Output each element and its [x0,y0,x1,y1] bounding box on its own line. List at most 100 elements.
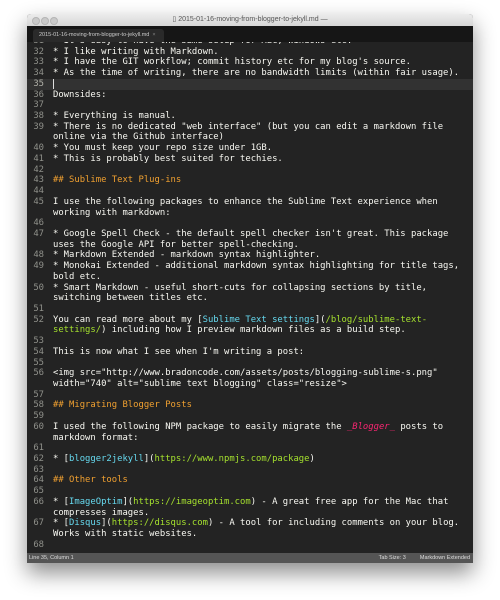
code-text: I used the following NPM package to easi… [53,421,347,432]
code-line: 36 Downsides: [27,90,473,101]
link-text: blogger2jekyll [69,454,144,465]
italic-text: _Blogger_ [346,421,395,432]
code-line: 40 * You must keep your repo size under 1… [27,143,473,154]
code-line: 38 * Everything is manual. [27,111,473,122]
code-line: 39 * There is no dedicated "web interface… [27,122,473,133]
code-line: 55 [27,358,473,369]
line-number: 39 [33,121,44,132]
code-text: * It's easy to have the same setup for M… [53,42,352,46]
line-number: 65 [33,486,44,497]
code-text: * I like writing with Markdown. [53,46,219,57]
line-number: 37 [33,100,44,111]
code-line: 45 I use the following packages to enhanc… [27,197,473,208]
tab-label: 2015-01-16-moving-from-blogger-to-jekyll… [39,32,150,38]
code-line: 63 [27,465,473,476]
code-line: 53 [27,336,473,347]
code-line: 47 * Google Spell Check - the default spe… [27,229,473,240]
line-number: 52 [33,314,44,325]
code-text: * Markdown Extended - markdown syntax hi… [53,250,321,261]
code-line: 52 You can read more about my [Sublime Te… [27,315,473,326]
code-line: 54 This is now what I see when I'm writin… [27,347,473,358]
text-editor[interactable]: 31* It's easy to have the same setup for… [27,42,473,553]
window-title: 2015-01-16-moving-from-blogger-to-jekyll… [178,16,328,23]
code-text: * I have the GIT workflow; commit histor… [53,57,411,68]
code-line: markdown format: [27,433,473,444]
code-line: 62 * [blogger2jekyll](https://www.npmjs.c… [27,454,473,465]
code-text: ) - A great free app for the Mac that [250,496,449,507]
code-line: 61 [27,443,473,454]
code-text: ) [309,454,315,465]
code-text: * You must keep your repo size under 1GB… [53,143,273,154]
heading-text: ## Migrating Blogger Posts [53,400,192,411]
link-text: Disqus [69,518,102,529]
tab-file[interactable]: 2015-01-16-moving-from-blogger-to-jekyll… [33,29,164,42]
code-text: * Monokai Extended - additional markdown… [53,261,460,272]
code-line: 51 [27,304,473,315]
code-text: ) - A tool for including comments on you… [207,518,460,529]
line-number: 45 [33,196,44,207]
code-line: 33 * I have the GIT workflow; commit hist… [27,57,473,68]
code-text: * Google Spell Check - the default spell… [53,228,449,239]
code-line: 60 I used the following NPM package to ea… [27,422,473,433]
code-text: ]( [122,496,134,507]
code-line: 50 * Smart Markdown - useful short-cuts f… [27,283,473,294]
code-line: settings/) including how I preview markd… [27,325,473,336]
syntax-button[interactable]: Markdown Extended [420,555,470,561]
text-cursor [53,78,54,89]
code-line: 56 <img src="http://www.bradoncode.com/as… [27,368,473,379]
line-number: 40 [33,143,44,154]
line-number: 43 [33,175,44,186]
code-text: * This is probably best suited for techi… [53,153,283,164]
code-line: 58 ## Migrating Blogger Posts [27,400,473,411]
line-number: 56 [33,368,44,379]
code-text: * Smart Markdown - useful short-cuts for… [53,282,428,293]
editor-window: ▯ 2015-01-16-moving-from-blogger-to-jeky… [27,14,473,563]
zoom-window-button[interactable] [50,17,58,25]
line-number: 46 [33,218,44,229]
code-text: switching between titles etc. [53,293,208,304]
code-text: ]( [314,314,326,325]
line-number: 57 [33,389,44,400]
line-number: 50 [33,282,44,293]
code-text: online via the Github interface) [53,132,224,143]
line-number: 33 [33,57,44,68]
line-number: 54 [33,346,44,357]
close-tab-icon[interactable]: × [152,32,155,38]
close-window-button[interactable] [32,17,40,25]
link-url: https://disqus.com [111,518,208,529]
line-number: 36 [33,89,44,100]
link-url: settings/ [53,325,102,336]
code-text: ]( [143,454,155,465]
tab-size-button[interactable]: Tab Size: 3 [379,555,406,561]
line-number: 62 [33,454,44,465]
line-number: 38 [33,111,44,122]
line-number: 66 [33,496,44,507]
line-number: 35 [33,79,44,90]
code-line: 49 * Monokai Extended - additional markdo… [27,261,473,272]
line-number: 58 [33,400,44,411]
line-number: 42 [33,164,44,175]
line-number: 63 [33,464,44,475]
line-number: 48 [33,250,44,261]
code-line: 68 [27,540,473,551]
code-text: markdown format: [53,432,139,443]
link-text: ImageOptim [69,496,123,507]
code-line: bold etc. [27,272,473,283]
code-line: 35 [27,78,473,90]
line-number: 51 [33,303,44,314]
code-line: 46 [27,218,473,229]
minimize-window-button[interactable] [41,17,49,25]
line-number: 59 [33,411,44,422]
line-number: 68 [33,539,44,550]
code-text: You can read more about my [ [53,314,203,325]
code-text: * There is no dedicated "web interface" … [53,121,444,132]
code-line: 37 [27,100,473,111]
code-line: 41 * This is probably best suited for tec… [27,154,473,165]
code-text: bold etc. [53,271,102,282]
link-url: https://imageoptim.com [133,496,251,507]
line-number: 41 [33,153,44,164]
code-line: 32 * I like writing with Markdown. [27,47,473,58]
code-text: Works with static websites. [53,529,198,540]
code-line: uses the Google API for better spell-che… [27,240,473,251]
code-line: online via the Github interface) [27,132,473,143]
